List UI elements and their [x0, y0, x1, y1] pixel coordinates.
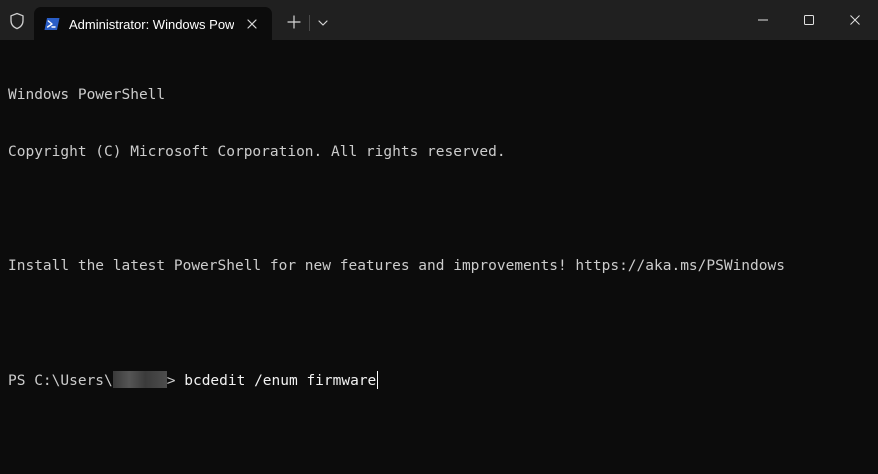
- title-bar[interactable]: Administrator: Windows PowerShell: [0, 0, 878, 40]
- tab-powershell[interactable]: Administrator: Windows PowerShell: [34, 7, 272, 40]
- terminal-output[interactable]: Windows PowerShell Copyright (C) Microso…: [8, 48, 870, 468]
- close-window-button[interactable]: [832, 0, 878, 40]
- minimize-icon: [758, 19, 768, 21]
- shield-icon: [7, 11, 27, 31]
- tab-divider: [309, 15, 310, 31]
- text-cursor: [377, 371, 379, 389]
- command-input[interactable]: bcdedit /enum firmware: [184, 373, 376, 389]
- powershell-icon: [44, 16, 60, 32]
- terminal-window: Administrator: Windows PowerShell: [0, 0, 878, 474]
- new-tab-button[interactable]: [284, 12, 304, 32]
- maximize-icon: [804, 15, 814, 25]
- close-icon[interactable]: [244, 16, 260, 32]
- output-line: Windows PowerShell: [8, 87, 166, 103]
- redacted-username: [112, 371, 167, 388]
- prompt-suffix: >: [166, 373, 185, 389]
- maximize-button[interactable]: [786, 0, 832, 40]
- output-line: Install the latest PowerShell for new fe…: [8, 258, 785, 274]
- chevron-down-icon[interactable]: [314, 14, 332, 32]
- close-icon: [850, 15, 860, 25]
- output-line: Copyright (C) Microsoft Corporation. All…: [8, 144, 506, 160]
- tab-title: Administrator: Windows PowerShell: [69, 17, 234, 32]
- prompt-line[interactable]: PS C:\Users\ > bcdedit /enum firmware: [8, 371, 870, 390]
- prompt-prefix: PS C:\Users\: [8, 373, 113, 389]
- minimize-button[interactable]: [740, 0, 786, 40]
